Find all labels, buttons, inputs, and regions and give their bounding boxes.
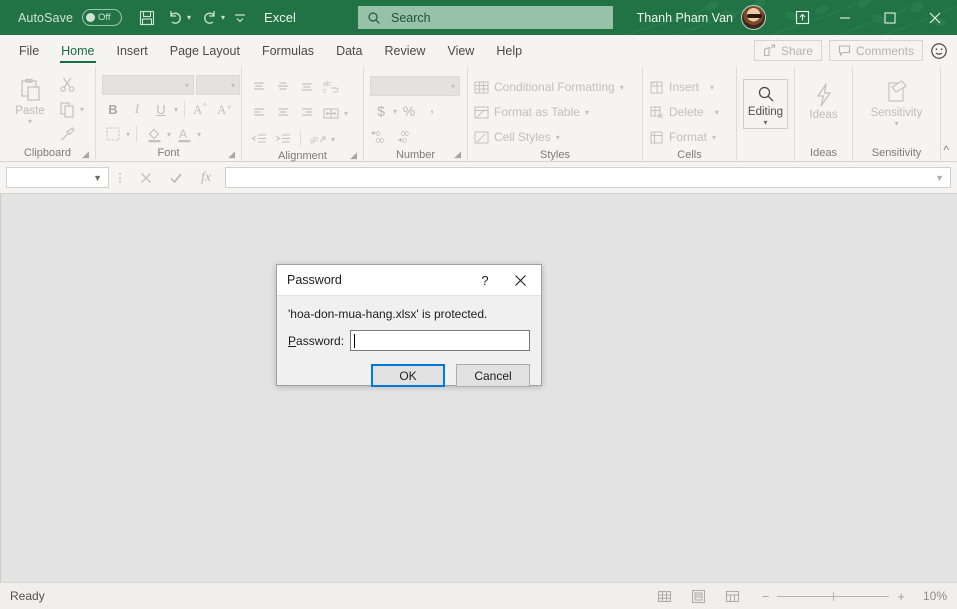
password-label-text: assword: [296, 333, 345, 348]
excel-window: AutoSave Off ▾ ▾ Excel Search Thanh Pham… [0, 0, 957, 609]
password-dialog: Password ? 'hoa-don-mua-hang.xlsx' is pr… [276, 264, 542, 387]
password-label: Password: [288, 334, 344, 348]
cancel-label: Cancel [474, 368, 512, 383]
close-icon[interactable] [500, 265, 541, 295]
dialog-title-bar: Password ? [277, 265, 541, 296]
help-question-icon[interactable]: ? [470, 265, 500, 295]
ok-button[interactable]: OK [371, 364, 445, 387]
cancel-button[interactable]: Cancel [456, 364, 530, 387]
dialog-buttons: OK Cancel [277, 351, 541, 387]
ok-label: OK [399, 368, 417, 383]
dialog-title: Password [287, 273, 342, 287]
password-row: Password: [277, 321, 541, 351]
dialog-title-actions: ? [470, 265, 541, 295]
password-input[interactable] [350, 330, 530, 351]
password-label-accesskey: P [288, 333, 297, 348]
text-cursor [354, 333, 356, 348]
dialog-message: 'hoa-don-mua-hang.xlsx' is protected. [288, 307, 488, 321]
